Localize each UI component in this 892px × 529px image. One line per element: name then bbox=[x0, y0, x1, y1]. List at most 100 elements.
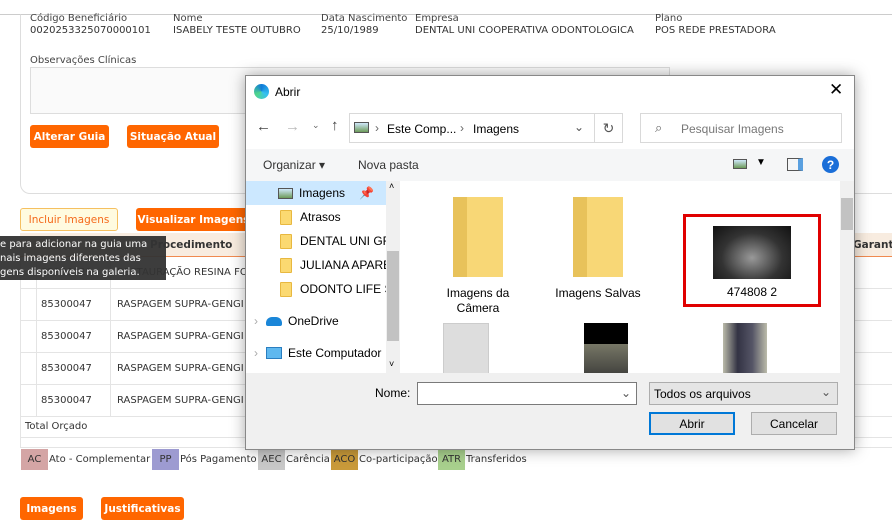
folder-icon bbox=[453, 197, 503, 277]
refresh-icon[interactable]: ↻ bbox=[594, 113, 623, 143]
breadcrumb-este-computador[interactable]: Este Comp... bbox=[387, 122, 456, 136]
tooltip-line: gens disponíveis na galeria. bbox=[0, 267, 140, 278]
plano-label: Plano bbox=[655, 13, 683, 24]
forward-arrow-icon[interactable]: → bbox=[285, 118, 300, 135]
folder-icon bbox=[280, 257, 292, 273]
legend-aec-swatch: AEC bbox=[258, 449, 285, 470]
nav-item-juliana[interactable]: JULIANA APAREC bbox=[246, 253, 386, 277]
file-item-474808-2[interactable]: 474808 2 bbox=[683, 214, 821, 307]
nav-label: DENTAL UNI GRO bbox=[300, 234, 386, 248]
folder-icon bbox=[280, 281, 292, 297]
dialog-title: Abrir bbox=[275, 85, 301, 99]
folder-icon bbox=[280, 233, 292, 249]
up-arrow-icon[interactable]: ↑ bbox=[331, 117, 339, 134]
legend-pp-swatch: PP bbox=[152, 449, 179, 470]
legend-aco-label: Co-participação bbox=[359, 454, 438, 465]
cloud-icon bbox=[266, 316, 282, 326]
file-item-imagens-salvas[interactable]: Imagens Salvas bbox=[553, 197, 643, 300]
legend-pp-label: Pós Pagamento bbox=[180, 454, 257, 465]
pin-icon: 📌 bbox=[359, 186, 374, 200]
dialog-toolbar: Organizar ▾ Nova pasta ▼ ? bbox=[246, 149, 854, 181]
address-bar[interactable]: › Este Comp... › Imagens ⌄ bbox=[349, 113, 595, 143]
image-thumbnail[interactable] bbox=[584, 323, 628, 373]
situacao-atual-button[interactable]: Situação Atual bbox=[127, 125, 219, 148]
empresa-value: DENTAL UNI COOPERATIVA ODONTOLOGICA bbox=[415, 25, 634, 36]
justificativas-button[interactable]: Justificativas bbox=[101, 497, 184, 520]
xray-thumbnail bbox=[713, 226, 791, 279]
recent-chevron-icon[interactable]: ⌄ bbox=[312, 120, 320, 131]
nav-label: Este Computador bbox=[288, 346, 382, 360]
organizar-label: Organizar bbox=[263, 158, 316, 172]
back-arrow-icon[interactable]: ← bbox=[256, 118, 271, 135]
row-code: 85300047 bbox=[37, 289, 111, 320]
help-icon[interactable]: ? bbox=[822, 156, 839, 173]
view-options-icon[interactable] bbox=[733, 159, 747, 169]
nav-item-imagens[interactable]: Imagens 📌 bbox=[246, 181, 386, 205]
navigation-pane: Imagens 📌 Atrasos DENTAL UNI GRO JULIANA … bbox=[246, 181, 401, 373]
nome-label: Nome bbox=[173, 13, 203, 24]
imagens-button[interactable]: Imagens bbox=[20, 497, 83, 520]
pictures-icon bbox=[354, 122, 369, 133]
empresa-label: Empresa bbox=[415, 13, 459, 24]
nav-scrollbar[interactable]: ˄ ˅ bbox=[386, 181, 400, 373]
legend-ac-label: Ato - Complementar bbox=[49, 454, 151, 465]
close-icon[interactable]: ✕ bbox=[829, 80, 843, 100]
obs-label: Observações Clínicas bbox=[30, 55, 137, 66]
file-item-imagens-camera[interactable]: Imagens da Câmera bbox=[433, 197, 523, 316]
search-icon: ⌕ bbox=[655, 120, 663, 135]
visualizar-imagens-button[interactable]: Visualizar Imagens bbox=[136, 208, 251, 231]
file-name: 474808 2 bbox=[726, 285, 778, 299]
files-scrollbar[interactable] bbox=[840, 181, 854, 373]
filename-dropdown-icon[interactable]: ⌄ bbox=[621, 386, 631, 400]
nav-label: ODONTO LIFE SA bbox=[300, 282, 386, 296]
nav-item-este-computador[interactable]: › Este Computador bbox=[246, 341, 386, 365]
abrir-button[interactable]: Abrir bbox=[649, 412, 735, 435]
expand-chevron-icon[interactable]: › bbox=[254, 314, 258, 328]
nova-pasta-button[interactable]: Nova pasta bbox=[358, 158, 419, 172]
pictures-icon bbox=[278, 187, 293, 199]
files-scroll-thumb[interactable] bbox=[841, 198, 853, 230]
search-placeholder: Pesquisar Imagens bbox=[681, 122, 784, 136]
nav-item-onedrive[interactable]: › OneDrive bbox=[246, 309, 386, 333]
total-label: Total Orçado bbox=[25, 421, 88, 432]
row-code: 85300047 bbox=[37, 353, 111, 384]
row-code: 85300047 bbox=[37, 321, 111, 352]
nav-item-odonto-life[interactable]: ODONTO LIFE SA bbox=[246, 277, 386, 301]
codigo-value: 0020253325070000101 bbox=[30, 25, 151, 36]
file-list: Imagens da Câmera Imagens Salvas 474808 … bbox=[403, 181, 841, 373]
nasc-value: 25/10/1989 bbox=[321, 25, 379, 36]
file-name: Imagens da Câmera bbox=[446, 286, 510, 315]
nav-scroll-thumb[interactable] bbox=[387, 251, 399, 341]
image-thumbnail[interactable] bbox=[443, 323, 489, 373]
organizar-menu[interactable]: Organizar ▾ bbox=[263, 158, 325, 172]
filename-input[interactable]: ⌄ bbox=[417, 382, 637, 405]
scroll-down-icon[interactable]: ˅ bbox=[389, 359, 394, 369]
expand-chevron-icon[interactable]: › bbox=[254, 346, 258, 360]
plano-value: POS REDE PRESTADORA bbox=[655, 25, 776, 36]
nasc-label: Data Nascimento bbox=[321, 13, 408, 24]
incluir-imagens-button[interactable]: Incluir Imagens bbox=[20, 208, 118, 231]
image-thumbnail[interactable] bbox=[723, 323, 767, 373]
view-dropdown-icon[interactable]: ▼ bbox=[756, 157, 766, 168]
file-type-select[interactable]: Todos os arquivos ⌄ bbox=[649, 382, 838, 405]
nav-label: Atrasos bbox=[300, 210, 341, 224]
file-name: Imagens Salvas bbox=[555, 286, 641, 300]
nome-value: ISABELY TESTE OUTUBRO bbox=[173, 25, 301, 36]
cancelar-button[interactable]: Cancelar bbox=[751, 412, 837, 435]
edge-icon bbox=[254, 84, 269, 99]
nav-item-dental-uni[interactable]: DENTAL UNI GRO bbox=[246, 229, 386, 253]
scroll-up-icon[interactable]: ˄ bbox=[389, 181, 394, 191]
address-dropdown-icon[interactable]: ⌄ bbox=[574, 120, 584, 134]
legend-aec-label: Carência bbox=[286, 454, 330, 465]
preview-pane-icon[interactable] bbox=[787, 158, 803, 171]
search-input[interactable]: ⌕ Pesquisar Imagens bbox=[640, 113, 842, 143]
header-garantia: Garant bbox=[853, 239, 892, 251]
dialog-footer: Nome: ⌄ Todos os arquivos ⌄ Abrir Cancel… bbox=[246, 373, 854, 449]
nav-item-atrasos[interactable]: Atrasos bbox=[246, 205, 386, 229]
select-chevron-icon: ⌄ bbox=[820, 385, 831, 399]
incluir-tooltip: e para adicionar na guia uma nais imagen… bbox=[0, 236, 166, 280]
computer-icon bbox=[266, 347, 282, 359]
breadcrumb-imagens[interactable]: Imagens bbox=[473, 122, 519, 136]
alterar-guia-button[interactable]: Alterar Guia bbox=[30, 125, 109, 148]
row-code: 85300047 bbox=[37, 385, 111, 416]
